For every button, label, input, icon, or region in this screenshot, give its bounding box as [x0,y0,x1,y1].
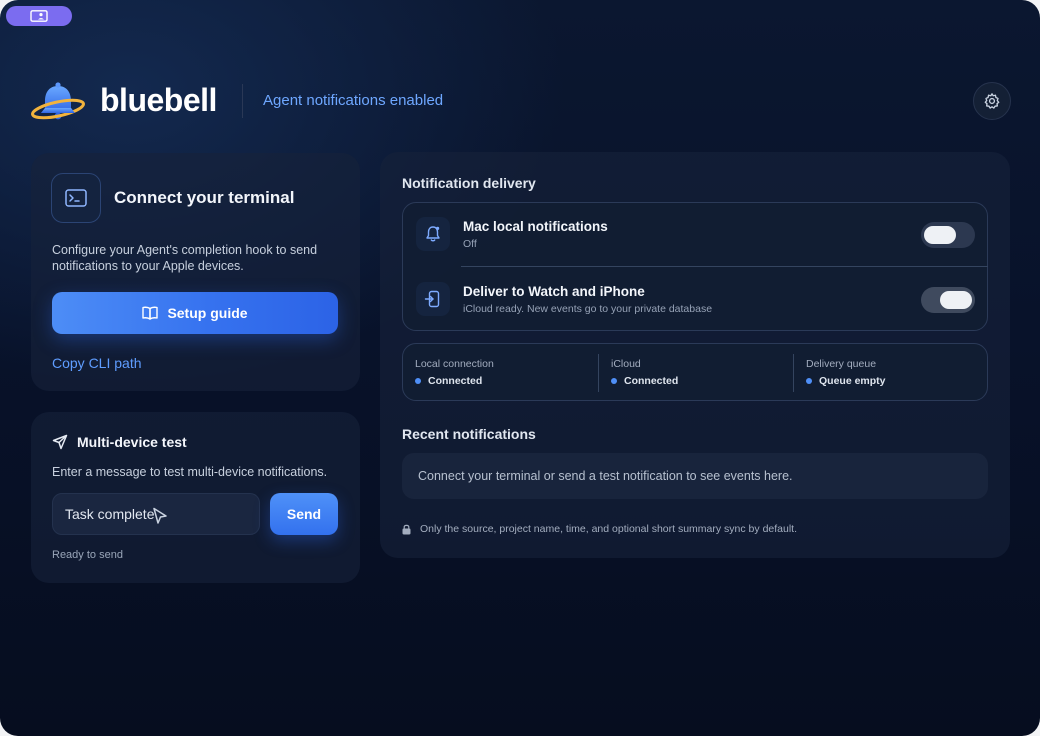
agent-status: Agent notifications enabled [263,92,444,109]
privacy-note: Only the source, project name, time, and… [402,523,797,535]
bell-logo-icon [31,82,85,120]
status-label: iCloud [611,358,641,370]
connect-title: Connect your terminal [114,188,295,207]
device-icon [424,290,440,308]
row-divider [461,266,988,267]
delivery-panel: Notification delivery Mac local notifica… [380,152,1010,558]
header-divider [242,84,243,118]
status-value-text: Queue empty [819,375,886,387]
status-delivery-queue: Delivery queue Queue empty [794,344,989,402]
copy-cli-path-link[interactable]: Copy CLI path [52,355,142,371]
delivery-options: Mac local notifications Off Deliver to W… [402,202,988,331]
recent-notifications-empty: Connect your terminal or send a test not… [402,453,988,499]
settings-button[interactable] [973,82,1011,120]
toggle-knob [924,226,956,244]
toggle-knob [940,291,972,309]
status-value-text: Connected [428,375,483,387]
recent-empty-text: Connect your terminal or send a test not… [418,469,793,483]
brand-name: bluebell [100,82,217,118]
send-button[interactable]: Send [270,493,338,535]
status-icloud: iCloud Connected [599,344,794,402]
watch-iphone-title: Deliver to Watch and iPhone [463,284,645,299]
watch-iphone-toggle[interactable] [921,287,975,313]
status-dot [806,378,812,384]
mac-notifications-status: Off [463,238,477,250]
setup-guide-label: Setup guide [167,305,248,321]
status-value: Queue empty [806,375,886,387]
notification-delivery-title: Notification delivery [402,175,536,191]
setup-guide-button[interactable]: Setup guide [52,292,338,334]
book-icon [142,306,159,320]
terminal-icon-tile [51,173,101,223]
recent-notifications-title: Recent notifications [402,426,536,442]
test-title: Multi-device test [77,434,187,450]
connect-terminal-card: Connect your terminal Configure your Age… [31,153,360,391]
bell-icon-tile [416,217,450,251]
terminal-icon [65,189,87,207]
paper-plane-icon [52,434,68,450]
status-local-connection: Local connection Connected [403,344,598,402]
send-status: Ready to send [52,549,123,561]
status-value: Connected [611,375,678,387]
bell-icon [426,226,440,242]
status-dot [611,378,617,384]
status-label: Delivery queue [806,358,877,370]
mac-notifications-row: Mac local notifications Off [403,203,989,267]
watch-iphone-status: iCloud ready. New events go to your priv… [463,303,713,315]
test-header: Multi-device test [52,434,187,450]
multi-device-test-card: Multi-device test Enter a message to tes… [31,412,360,583]
status-dot [415,378,421,384]
status-value: Connected [415,375,482,387]
screen-share-badge[interactable] [6,6,72,26]
lock-icon [402,524,411,534]
device-icon-tile [416,282,450,316]
app-header: bluebell Agent notifications enabled [30,78,1011,124]
test-description: Enter a message to test multi-device not… [52,465,328,479]
privacy-text: Only the source, project name, time, and… [420,523,798,535]
connect-description: Configure your Agent's completion hook t… [52,243,318,273]
status-label: Local connection [415,358,494,370]
mac-notifications-toggle[interactable] [921,222,975,248]
test-message-input[interactable] [52,493,260,535]
gear-icon [984,93,1000,109]
mac-notifications-title: Mac local notifications [463,219,608,234]
app-window: bluebell Agent notifications enabled Con… [0,0,1040,736]
watch-iphone-row: Deliver to Watch and iPhone iCloud ready… [403,268,989,332]
status-value-text: Connected [624,375,679,387]
screen-share-icon [30,10,48,22]
connection-status-bar: Local connection Connected iCloud Connec… [402,343,988,401]
